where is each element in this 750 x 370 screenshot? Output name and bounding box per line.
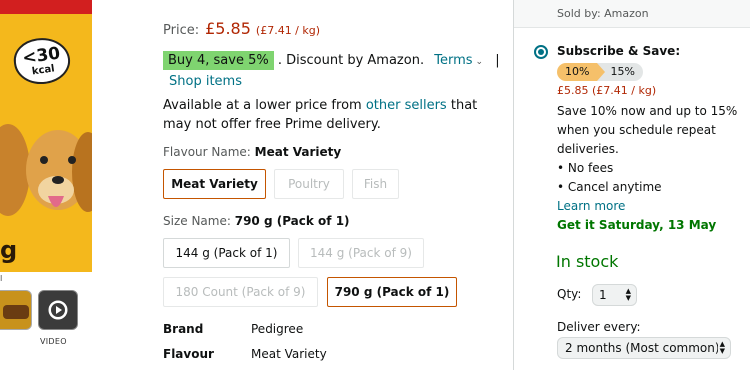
lower-price-notice: Available at a lower price from other se… (163, 96, 503, 134)
stock-status: In stock (556, 252, 619, 271)
quantity-value: 1 (599, 288, 607, 302)
one-time-purchase-panel: Sold by: Amazon (514, 0, 750, 28)
price-label: Price: (163, 23, 200, 38)
image-caption: I (0, 274, 3, 283)
promotion-separator: | (495, 53, 500, 68)
spec-row-flavour: Flavour Meat Variety (163, 347, 463, 363)
learn-more-link[interactable]: Learn more (557, 197, 747, 216)
buy-box: Sold by: Amazon Subscribe & Save: 10% 15… (513, 0, 750, 370)
spec-value: Meat Variety (251, 347, 327, 361)
packaging-weight-text: g (0, 236, 18, 264)
deliver-every-label: Deliver every: (557, 320, 641, 334)
product-details: Price: £5.85 (£7.41 / kg) Buy 4, save 5%… (163, 0, 503, 370)
chevron-down-icon[interactable]: ⌄ (476, 57, 484, 67)
flavour-option-poultry[interactable]: Poultry (274, 169, 344, 199)
flavour-option-fish[interactable]: Fish (352, 169, 399, 199)
shop-items-link[interactable]: Shop items (169, 74, 242, 89)
benefit-bullet: • No fees (557, 161, 614, 175)
size-option-790g-pack-1[interactable]: 790 g (Pack of 1) (327, 277, 457, 307)
quantity-select[interactable]: 1 ▲ ▼ (592, 284, 637, 306)
discount-selector: 10% 15% (557, 63, 747, 81)
promotion-row: Buy 4, save 5% . Discount by Amazon. Ter… (163, 51, 503, 92)
subscribe-save-radio[interactable] (534, 45, 548, 59)
spec-value: Pedigree (251, 322, 304, 336)
sold-by-text: Sold by: Amazon (557, 7, 649, 20)
select-arrows-icon: ▲ ▼ (717, 340, 725, 355)
size-option-144g-pack-1[interactable]: 144 g (Pack of 1) (163, 238, 290, 268)
packaging-red-band (0, 0, 92, 14)
spec-key: Flavour (163, 347, 214, 361)
size-label-key: Size Name: (163, 214, 231, 228)
unit-price: (£7.41 / kg) (255, 24, 321, 37)
subscribe-price: £5.85 (£7.41 / kg) (557, 84, 657, 97)
benefit-bullet: • Cancel anytime (557, 180, 662, 194)
flavour-label-key: Flavour Name: (163, 145, 251, 159)
subscribe-save-panel: Subscribe & Save: 10% 15% £5.85 (£7.41 /… (557, 42, 747, 235)
size-option-144g-pack-9[interactable]: 144 g (Pack of 9) (298, 238, 424, 268)
product-main-image[interactable]: <30 kcal g (0, 0, 92, 272)
promotion-text: . Discount by Amazon. (277, 53, 425, 68)
thumbnail-food-icon (3, 305, 29, 319)
deliver-every-select[interactable]: 2 months (Most common) ▲ ▼ (557, 337, 731, 359)
spec-key: Brand (163, 322, 204, 336)
subscribe-description: Save 10% now and up to 15% when you sche… (557, 104, 738, 156)
size-label: Size Name: 790 g (Pack of 1) (163, 214, 350, 228)
quantity-label: Qty: (557, 287, 582, 301)
subscribe-save-title: Subscribe & Save: (557, 44, 681, 58)
flavour-label: Flavour Name: Meat Variety (163, 145, 341, 159)
size-selected-value: 790 g (Pack of 1) (234, 214, 350, 228)
size-option-180-count-pack-9[interactable]: 180 Count (Pack of 9) (163, 277, 318, 307)
promotion-badge: Buy 4, save 5% (163, 51, 274, 70)
delivery-date: Get it Saturday, 13 May (557, 218, 717, 232)
video-label: VIDEO (40, 337, 67, 346)
thumbnail-image[interactable] (0, 290, 32, 330)
flavour-selected-value: Meat Variety (254, 145, 342, 159)
select-arrows-icon: ▲ ▼ (625, 287, 631, 302)
spec-row-brand: Brand Pedigree (163, 322, 463, 338)
play-icon (48, 300, 68, 320)
dog-illustration-icon (0, 124, 92, 216)
price-row: Price: £5.85 (£7.41 / kg) (163, 19, 320, 38)
other-sellers-link[interactable]: other sellers (366, 98, 447, 113)
thumbnail-video[interactable] (38, 290, 78, 330)
deliver-every-value: 2 months (Most common) (565, 341, 720, 355)
discount-option-selected[interactable]: 10% (557, 63, 607, 81)
flavour-option-meat-variety[interactable]: Meat Variety (163, 169, 266, 199)
lower-price-prefix: Available at a lower price from (163, 98, 366, 113)
calorie-badge: <30 kcal (11, 34, 73, 88)
price-value: £5.85 (205, 19, 251, 38)
terms-link[interactable]: Terms (434, 53, 472, 68)
